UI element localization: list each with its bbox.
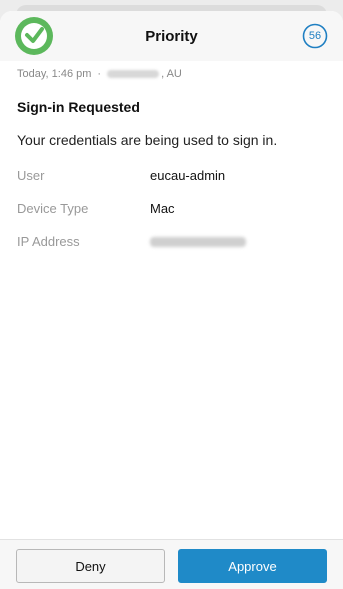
duo-logo-icon bbox=[15, 17, 53, 55]
page-title: Priority bbox=[145, 27, 198, 45]
redacted-location bbox=[107, 70, 160, 78]
auth-request-sheet: Priority 56 Today, 1:46 pm · , AU Sign-i… bbox=[0, 11, 343, 589]
deny-button[interactable]: Deny bbox=[16, 549, 165, 583]
request-heading: Sign-in Requested bbox=[17, 99, 140, 115]
detail-row-ip-address: IP Address bbox=[17, 234, 327, 249]
detail-label: IP Address bbox=[17, 234, 80, 249]
location-region: , AU bbox=[161, 68, 182, 80]
timer-value: 56 bbox=[308, 30, 322, 42]
detail-label: Device Type bbox=[17, 201, 89, 216]
request-message: Your credentials are being used to sign … bbox=[17, 132, 278, 148]
action-bar: Deny Approve bbox=[0, 539, 343, 589]
detail-row-device-type: Device Type Mac bbox=[17, 201, 327, 216]
detail-row-user: User eucau-admin bbox=[17, 168, 327, 183]
detail-value: eucau-admin bbox=[150, 168, 226, 183]
approve-button[interactable]: Approve bbox=[178, 549, 327, 583]
countdown-timer: 56 bbox=[302, 23, 328, 49]
header-bar: Priority 56 bbox=[0, 11, 343, 61]
request-meta: Today, 1:46 pm · , AU bbox=[17, 68, 182, 80]
meta-separator: · bbox=[97, 68, 102, 80]
detail-value: Mac bbox=[150, 201, 175, 216]
detail-label: User bbox=[17, 168, 45, 183]
request-time: Today, 1:46 pm bbox=[17, 68, 92, 80]
redacted-ip-address bbox=[150, 237, 246, 247]
